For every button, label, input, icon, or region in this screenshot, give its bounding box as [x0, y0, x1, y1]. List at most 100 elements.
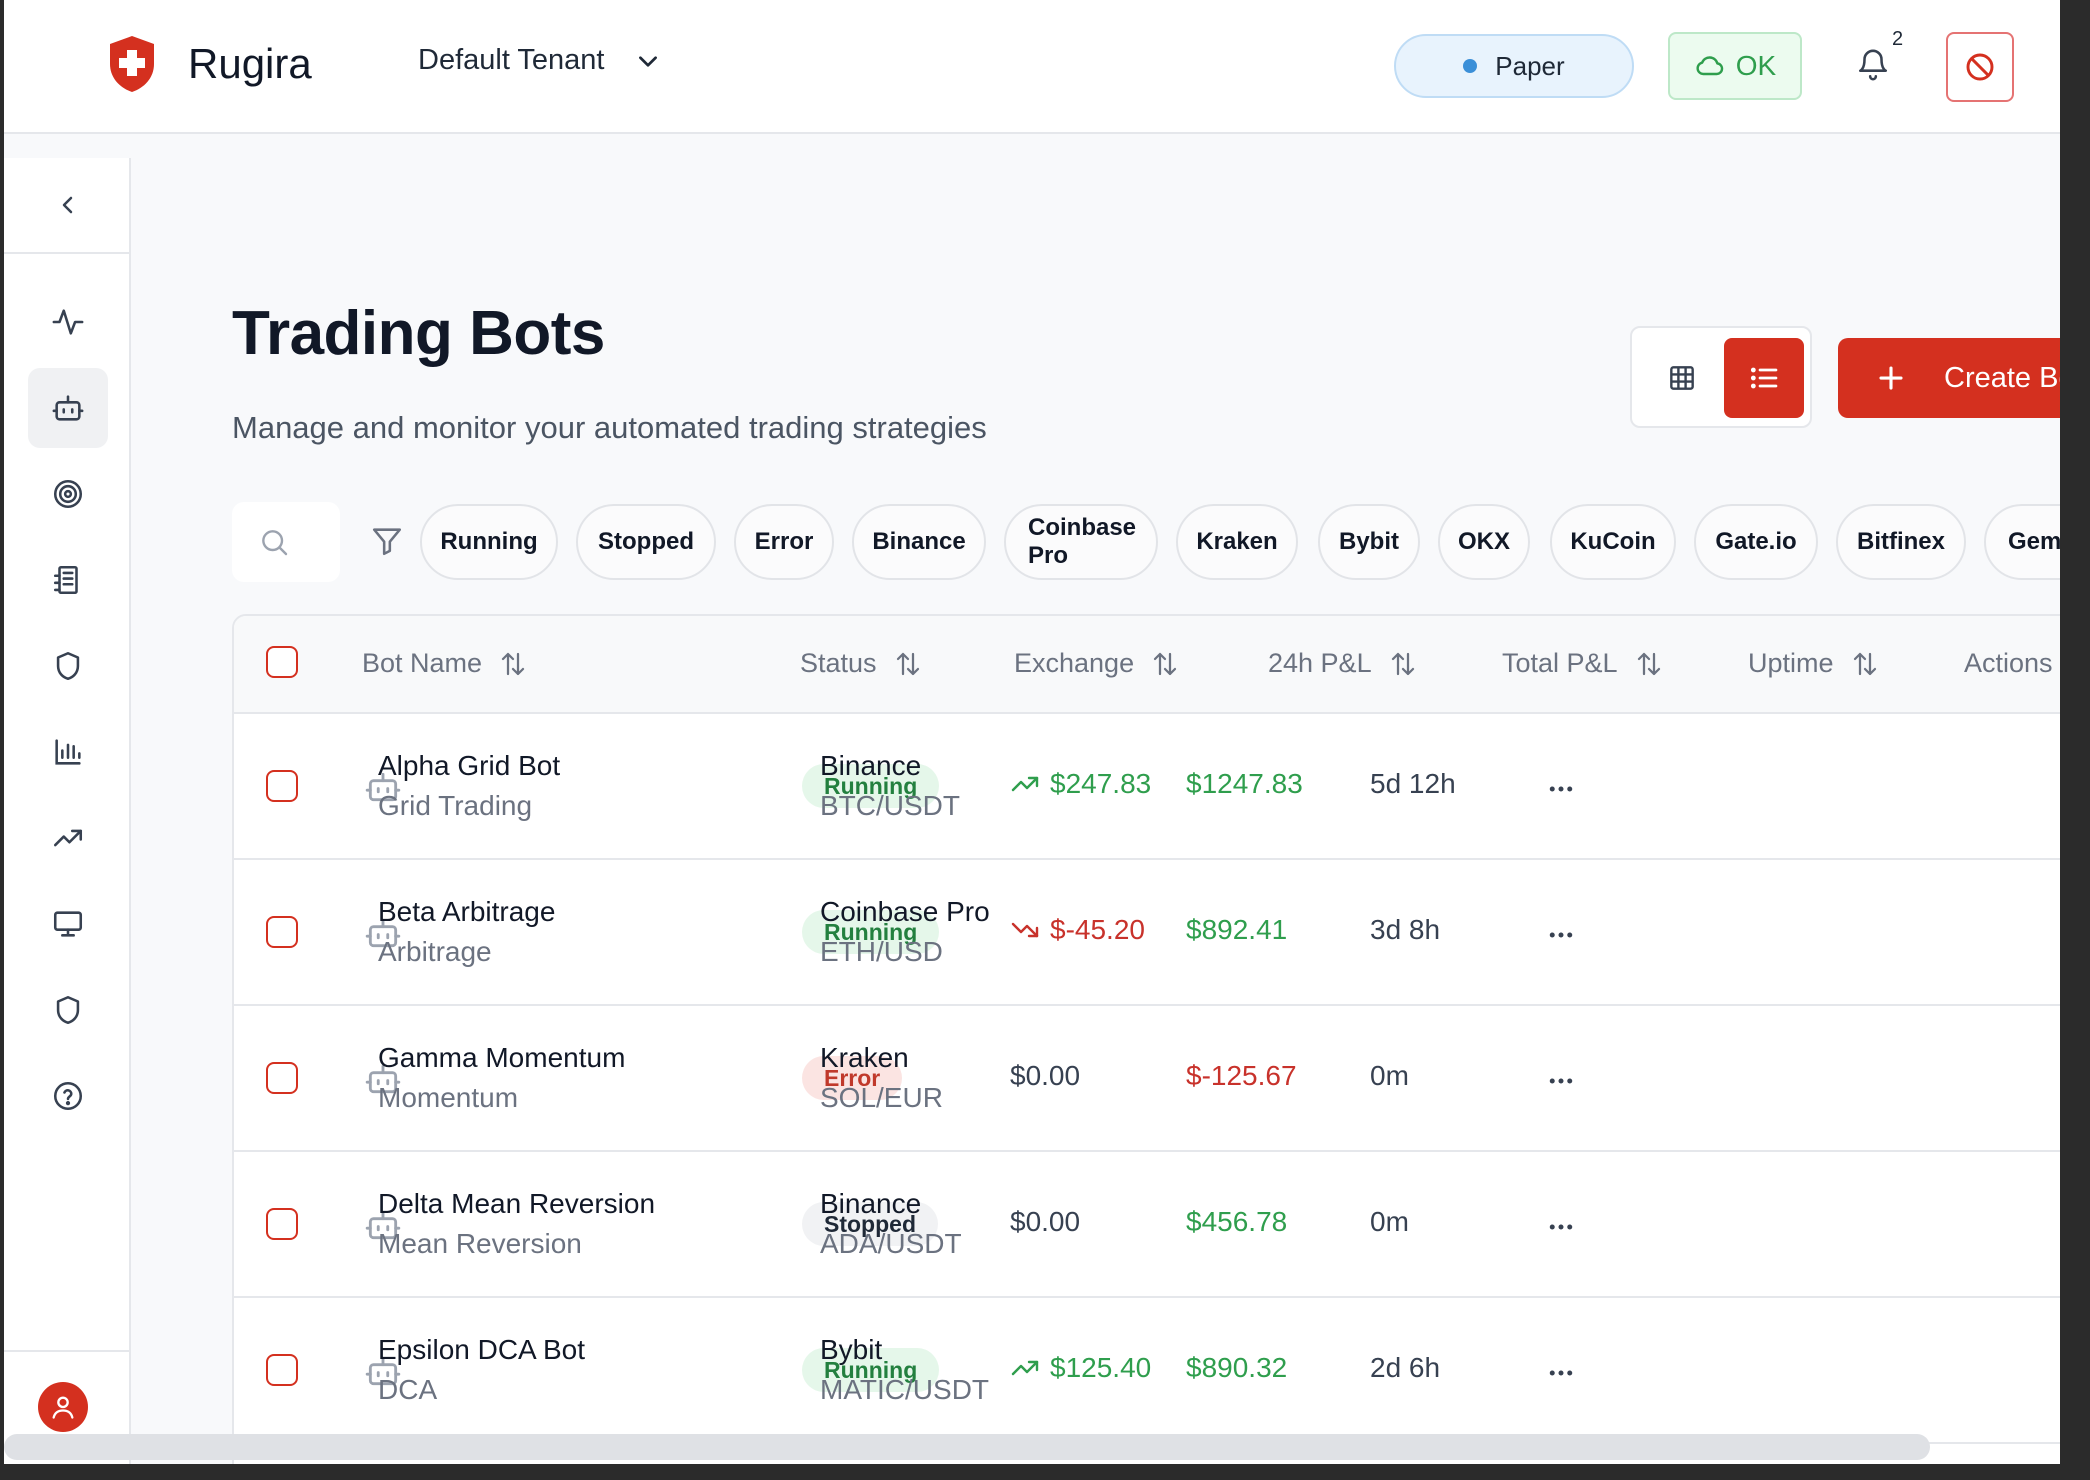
tenant-selector[interactable]: Default Tenant [418, 44, 661, 77]
exchange-name: Kraken [820, 1042, 909, 1073]
nav-performance[interactable] [28, 798, 108, 878]
trading-pair: SOL/EUR [820, 1082, 943, 1113]
more-horizontal-icon[interactable] [1546, 1212, 1576, 1242]
filter-chip-gateio[interactable]: Gate.io [1694, 504, 1818, 580]
sidebar-divider [4, 1350, 131, 1352]
column-uptime-label: Uptime [1748, 648, 1834, 678]
activity-icon [52, 309, 84, 335]
table-row[interactable]: Alpha Grid Bot Grid Trading Running Binance… [234, 714, 2060, 860]
sort-icon [1391, 652, 1414, 675]
target-icon [53, 479, 83, 509]
total-pnl-cell: $890.32 [1186, 1352, 1287, 1384]
total-pnl-value: $1247.83 [1186, 768, 1303, 799]
more-horizontal-icon[interactable] [1546, 1066, 1576, 1096]
filter-chip-bitfinex[interactable]: Bitfinex [1836, 504, 1966, 580]
filter-chip-coinbase-pro[interactable]: Coinbase Pro [1004, 504, 1158, 580]
list-view-button[interactable] [1724, 338, 1804, 418]
total-pnl-cell: $-125.67 [1186, 1060, 1297, 1092]
sort-icon [501, 652, 525, 675]
row-checkbox[interactable] [266, 916, 298, 948]
total-pnl-cell: $892.41 [1186, 914, 1287, 946]
grid-view-button[interactable] [1642, 338, 1722, 418]
uptime-value: 2d 6h [1370, 1352, 1441, 1383]
filter-chip-kraken[interactable]: Kraken [1176, 504, 1298, 580]
filter-chip-binance[interactable]: Binance [852, 504, 986, 580]
filter-chip-error[interactable]: Error [734, 504, 834, 580]
ban-icon [1966, 53, 1994, 81]
bot-name[interactable]: Alpha Grid Bot [378, 750, 560, 782]
search-input[interactable] [232, 502, 340, 582]
row-checkbox[interactable] [266, 1354, 298, 1386]
kill-switch-button[interactable] [1946, 32, 2014, 102]
column-exchange[interactable]: Exchange [1014, 648, 1180, 679]
nav-bots[interactable] [28, 368, 108, 448]
column-exchange-label: Exchange [1014, 648, 1135, 678]
tenant-label: Default Tenant [418, 44, 605, 76]
column-uptime[interactable]: Uptime [1748, 648, 1880, 679]
filter-icon[interactable] [370, 524, 404, 558]
sort-icon [1637, 652, 1660, 675]
list-icon [1750, 367, 1778, 389]
trending-down-icon [1011, 922, 1039, 938]
nav-security[interactable] [28, 970, 108, 1050]
filter-chip-okx[interactable]: OKX [1438, 504, 1530, 580]
sort-icon [1853, 652, 1876, 675]
select-all-checkbox[interactable] [266, 646, 298, 678]
more-horizontal-icon[interactable] [1546, 920, 1576, 950]
filter-chip-running[interactable]: Running [420, 504, 558, 580]
filter-chip-kucoin[interactable]: KuCoin [1550, 504, 1676, 580]
nav-targets[interactable] [28, 454, 108, 534]
app-window: Rugira Default Tenant Paper OK 2 Trading… [4, 0, 2060, 1464]
nav-activity[interactable] [28, 282, 108, 362]
row-checkbox[interactable] [266, 1208, 298, 1240]
column-24h-pnl[interactable]: 24h P&L [1268, 648, 1418, 679]
nav-risk[interactable] [28, 626, 108, 706]
collapse-sidebar-button[interactable] [4, 158, 131, 254]
total-pnl-value: $892.41 [1186, 914, 1288, 945]
bot-strategy: Grid Trading [378, 790, 533, 821]
sidebar [4, 158, 131, 1464]
trading-pair: ETH/USD [820, 936, 943, 967]
table-row[interactable]: Beta Arbitrage Arbitrage Running Coinbase P… [234, 860, 2060, 1006]
row-checkbox[interactable] [266, 770, 298, 802]
filter-chip-stopped[interactable]: Stopped [576, 504, 716, 580]
row-checkbox[interactable] [266, 1062, 298, 1094]
bot-name[interactable]: Gamma Momentum [378, 1042, 625, 1074]
sort-icon [1153, 652, 1177, 675]
uptime-value: 5d 12h [1370, 768, 1456, 799]
column-bot-name-label: Bot Name [362, 648, 483, 678]
nav-help[interactable] [28, 1056, 108, 1136]
search-icon [262, 530, 288, 556]
more-horizontal-icon[interactable] [1546, 1358, 1576, 1388]
create-bot-button[interactable]: Create Bot [1838, 338, 2060, 418]
nav-analytics[interactable] [28, 712, 108, 792]
table-row[interactable]: Delta Mean Reversion Mean Reversion Stoppe… [234, 1152, 2060, 1298]
column-actions: Actions [1964, 648, 2053, 679]
notification-count: 2 [1892, 28, 1904, 50]
bot-name[interactable]: Delta Mean Reversion [378, 1188, 655, 1220]
trading-pair: ADA/USDT [820, 1228, 962, 1259]
monitor-icon [53, 911, 83, 937]
column-status[interactable]: Status [800, 648, 923, 679]
horizontal-scrollbar[interactable] [4, 1434, 1930, 1460]
brand-name: Rugira [188, 40, 312, 87]
filter-chip-bybit[interactable]: Bybit [1318, 504, 1420, 580]
bot-name[interactable]: Epsilon DCA Bot [378, 1334, 585, 1366]
bot-name[interactable]: Beta Arbitrage [378, 896, 555, 928]
column-total-pnl[interactable]: Total P&L [1502, 648, 1664, 679]
column-bot-name[interactable]: Bot Name [362, 648, 528, 679]
table-row[interactable]: Gamma Momentum Momentum Error Kraken SOL/EUR… [234, 1006, 2060, 1152]
filter-chip-gemini[interactable]: Gemini [1984, 504, 2060, 580]
nav-reports[interactable] [28, 540, 108, 620]
trading-mode-badge[interactable]: Paper [1394, 34, 1634, 98]
bar-chart-icon [55, 739, 81, 765]
shield-icon [56, 651, 80, 681]
table-header: Bot Name Status Exchange 24h P&L Total P… [234, 616, 2060, 714]
bell-icon[interactable] [1856, 46, 1890, 84]
user-avatar[interactable] [38, 1382, 88, 1432]
table-row[interactable]: Epsilon DCA Bot DCA Running Bybit MATIC/USDT… [234, 1298, 2060, 1444]
more-horizontal-icon[interactable] [1546, 774, 1576, 804]
nav-monitor[interactable] [28, 884, 108, 964]
connection-status-badge[interactable]: OK [1668, 32, 1802, 100]
bot-strategy: Momentum [378, 1082, 519, 1113]
